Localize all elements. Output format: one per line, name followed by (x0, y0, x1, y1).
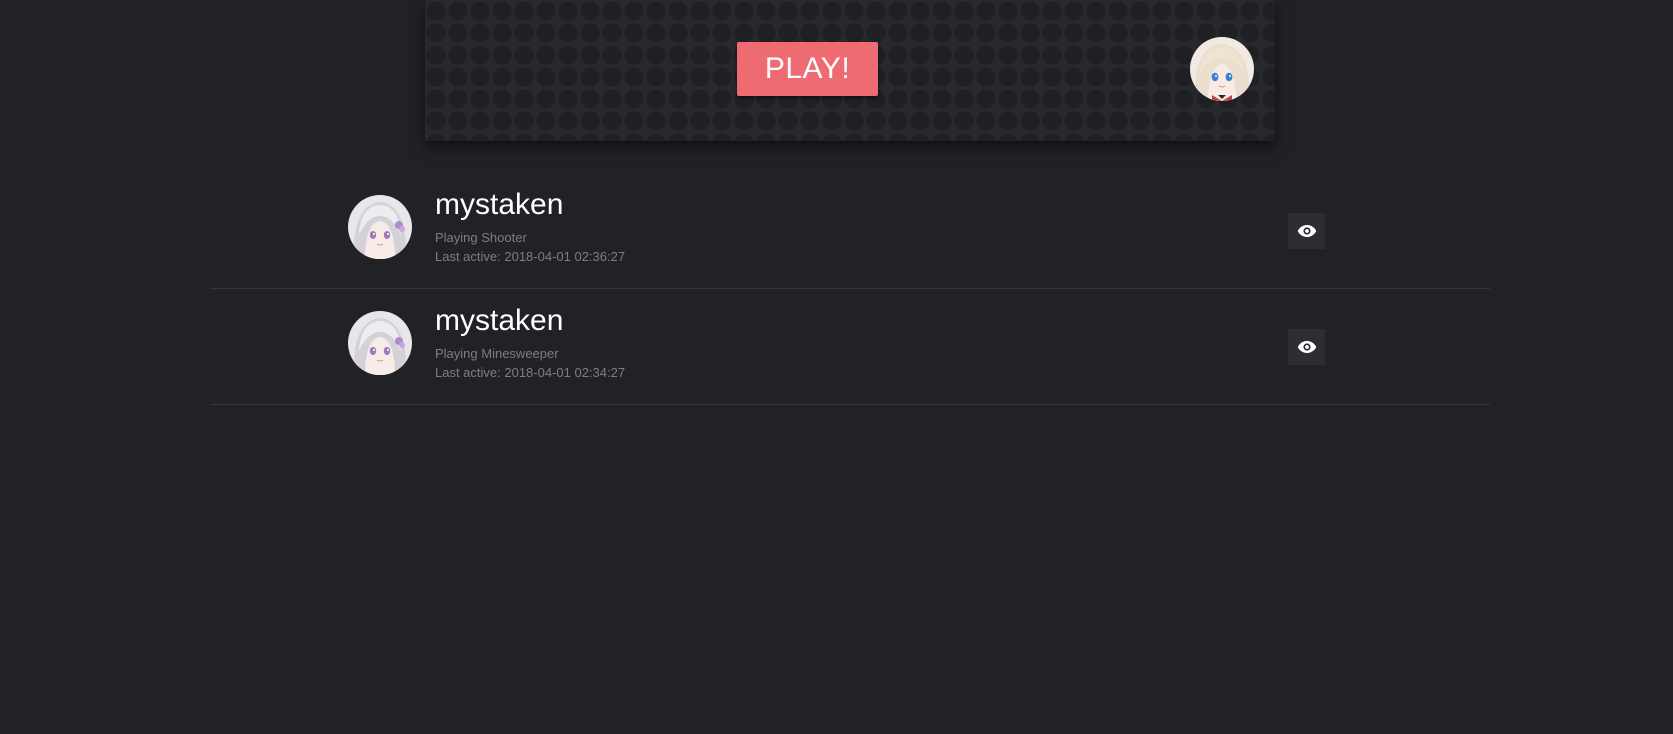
player-name: mystaken (435, 188, 564, 221)
player-avatar-image (348, 195, 412, 259)
player-name: mystaken (435, 304, 564, 337)
play-button[interactable]: PLAY! (737, 42, 878, 96)
eye-icon (1297, 225, 1316, 237)
player-list: mystaken Playing Shooter Last active: 20… (210, 174, 1490, 406)
player-last-active: Last active: 2018-04-01 02:36:27 (435, 249, 626, 264)
player-avatar (348, 311, 412, 375)
player-last-active: Last active: 2018-04-01 02:34:27 (435, 365, 626, 380)
player-avatar (348, 195, 412, 259)
user-avatar-image (1190, 37, 1254, 101)
watch-button[interactable] (1288, 213, 1325, 249)
watch-button[interactable] (1288, 329, 1325, 365)
player-status: Playing Minesweeper (435, 346, 559, 361)
user-avatar[interactable] (1190, 37, 1254, 101)
top-bar: PLAY! (425, 0, 1275, 141)
player-avatar-image (348, 311, 412, 375)
list-item: mystaken Playing Minesweeper Last active… (210, 290, 1490, 405)
list-item: mystaken Playing Shooter Last active: 20… (210, 174, 1490, 289)
player-status: Playing Shooter (435, 230, 527, 245)
eye-icon (1297, 341, 1316, 353)
